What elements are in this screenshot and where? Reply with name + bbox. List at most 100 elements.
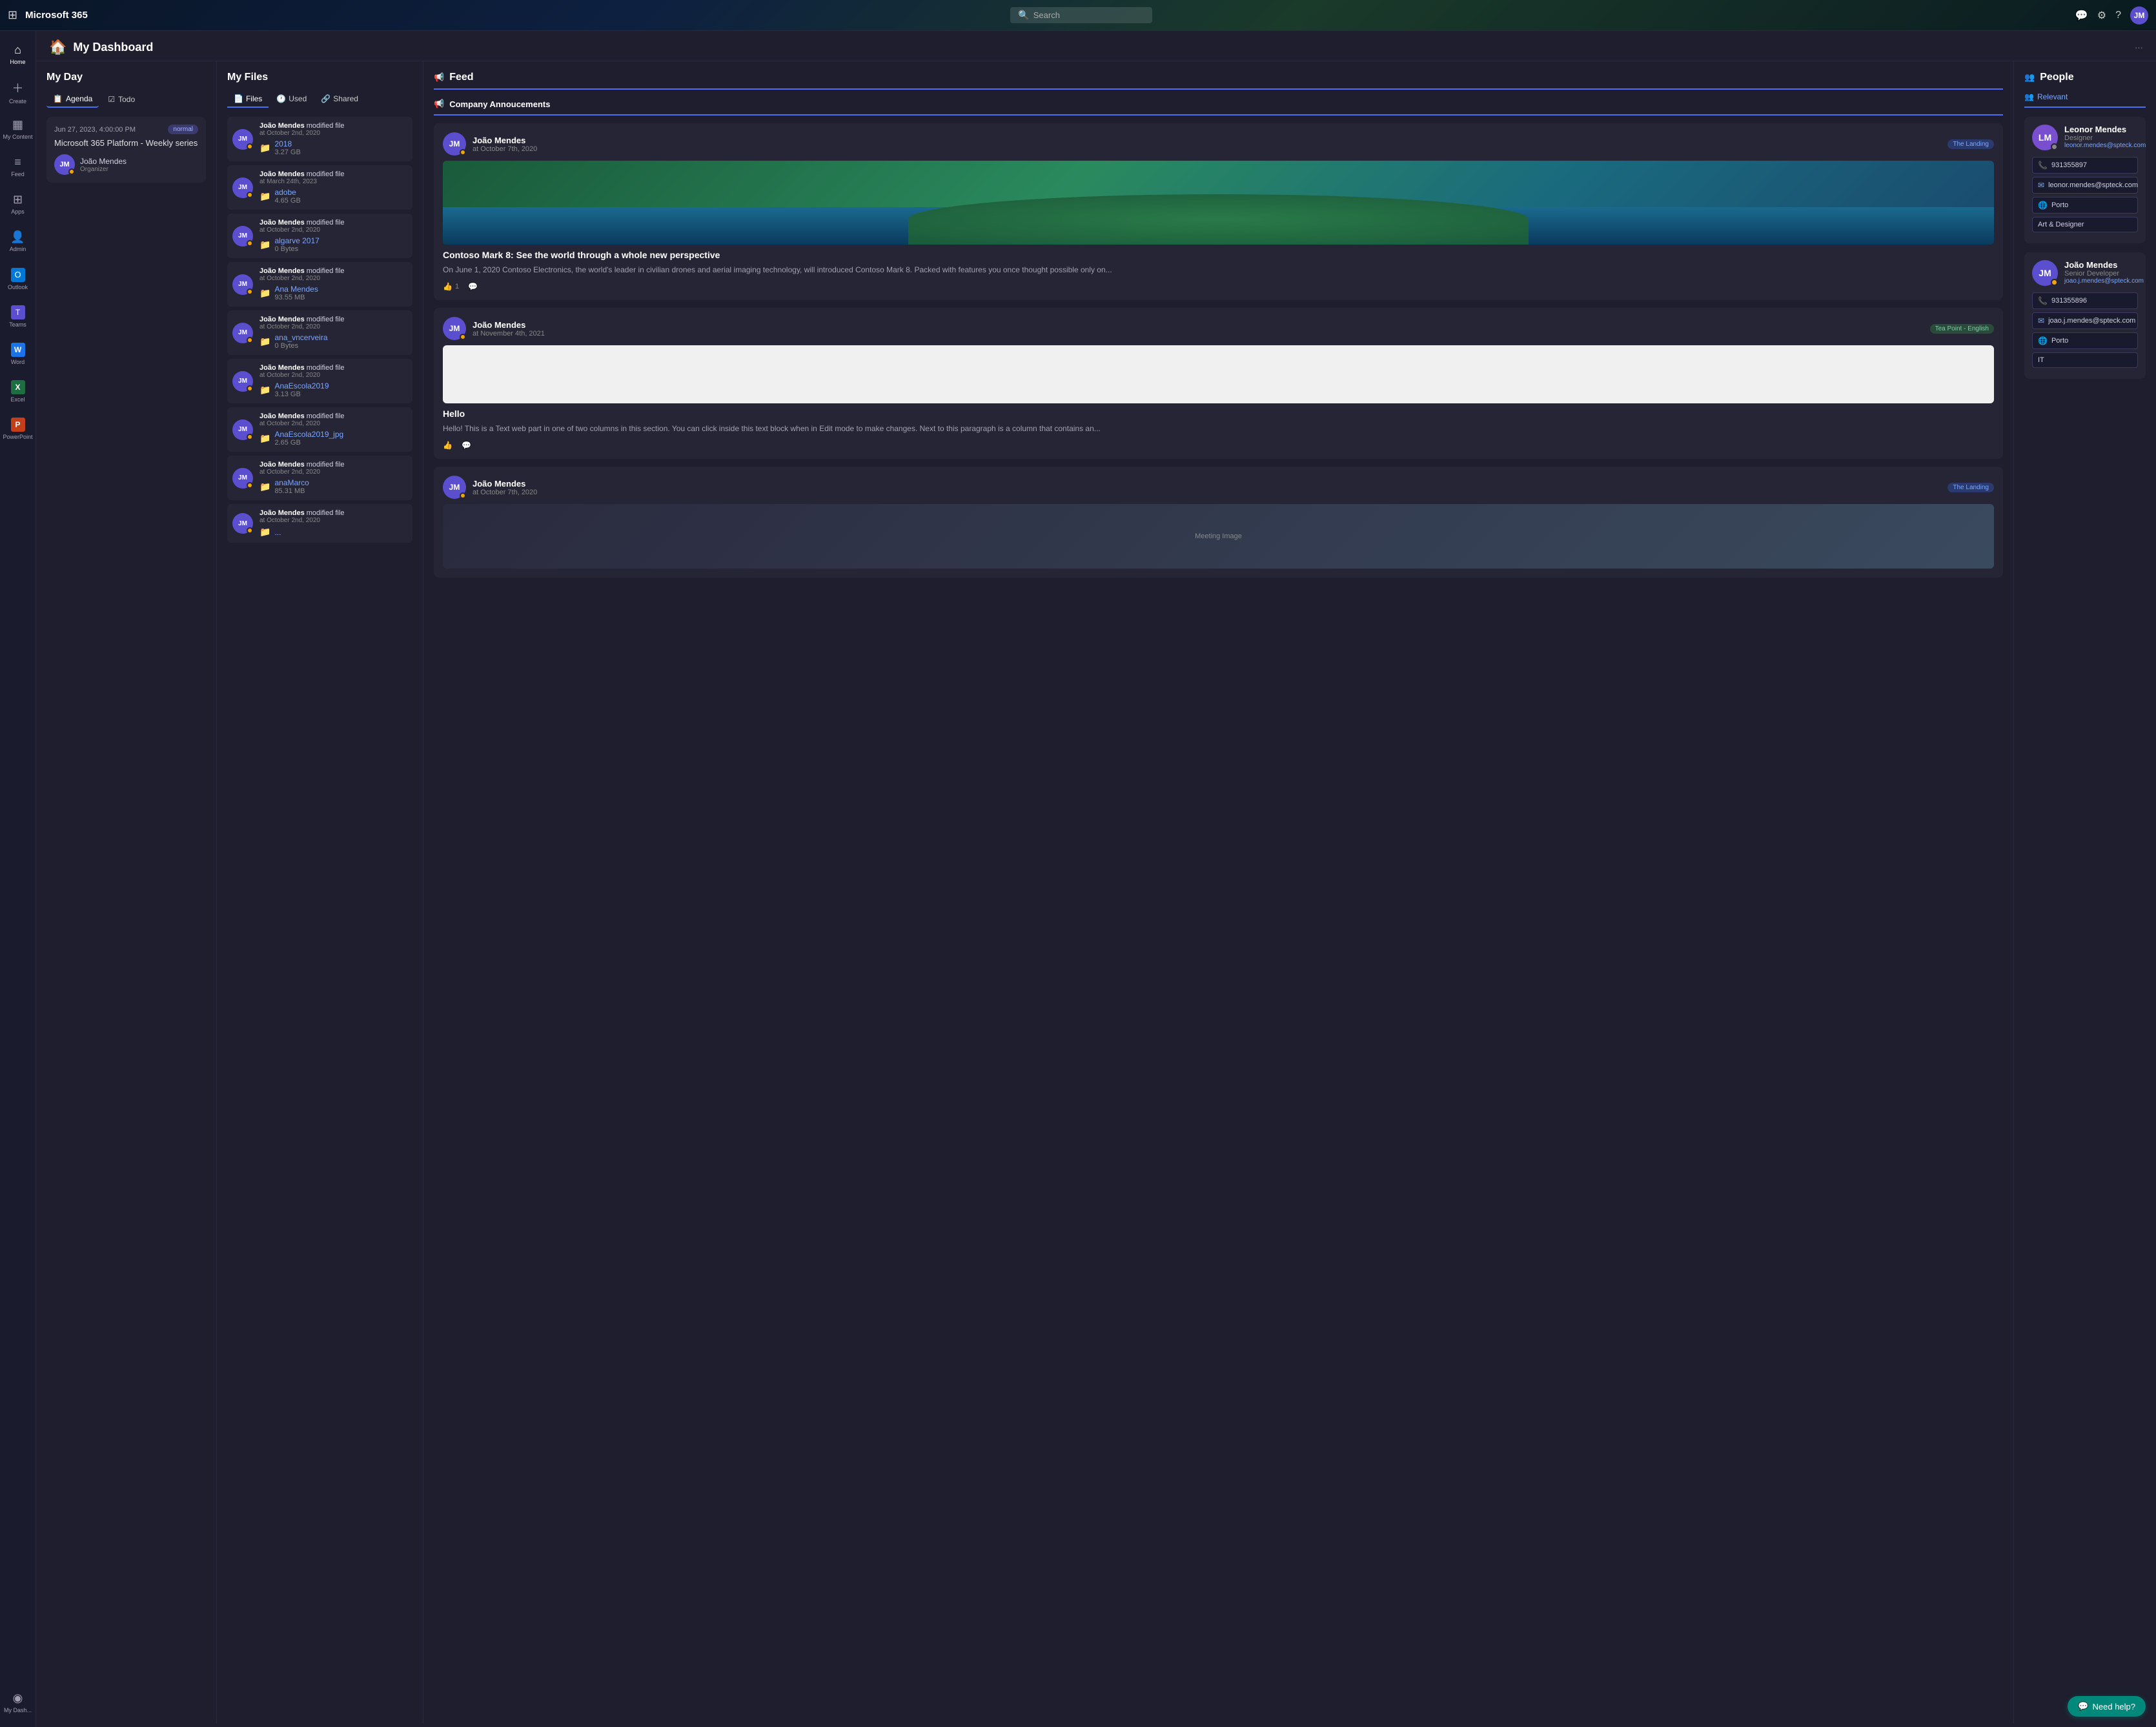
feed-post-1-status	[460, 334, 466, 340]
file-item-date-0: at October 2nd, 2020	[259, 130, 407, 137]
tab-agenda[interactable]: 📋 Agenda	[46, 91, 99, 108]
myday-title: My Day	[46, 72, 206, 83]
folder-name-3: Ana Mendes	[274, 285, 318, 294]
need-help-button[interactable]: 💬 Need help?	[2068, 1696, 2146, 1717]
folder-name-0: 2018	[274, 139, 300, 148]
sidebar-item-apps[interactable]: ⊞ Apps	[3, 186, 34, 222]
file-item-folder-info-1: adobe 4.65 GB	[274, 188, 300, 205]
feed-post-2: JM João Mendes at October 7th, 2020 The …	[434, 467, 2003, 578]
topbar-icons: 💬 ⚙ ? JM	[2075, 6, 2148, 25]
file-item-2[interactable]: JM João Mendes modified file at October …	[227, 214, 412, 258]
word-icon: W	[11, 343, 25, 357]
sidebar-item-create[interactable]: ＋ Create	[3, 74, 34, 110]
person-card-joao: JM João Mendes Senior Developer joao.j.m…	[2024, 252, 2146, 379]
sidebar-item-powerpoint[interactable]: P PowerPoint	[3, 410, 34, 447]
people-tab-relevant[interactable]: 👥 Relevant	[2024, 92, 2146, 108]
leonor-phone-btn[interactable]: 📞 931355897	[2032, 157, 2138, 174]
event-time: Jun 27, 2023, 4:00:00 PM	[54, 126, 136, 134]
comment-button-0[interactable]: 💬	[468, 282, 478, 291]
joao-email-btn[interactable]: ✉ joao.j.mendes@spteck.com	[2032, 312, 2138, 329]
file-item-7[interactable]: JM João Mendes modified file at October …	[227, 456, 412, 500]
admin-icon: 👤	[10, 230, 25, 244]
folder-icon-8: 📁	[259, 527, 270, 538]
file-item-4[interactable]: JM João Mendes modified file at October …	[227, 310, 412, 355]
leonor-email-btn[interactable]: ✉ leonor.mendes@spteck.com	[2032, 177, 2138, 194]
feed-post-1-title: Hello	[443, 409, 1994, 419]
joao-dept-btn[interactable]: IT	[2032, 352, 2138, 368]
tab-shared[interactable]: 🔗 Shared	[314, 91, 365, 108]
joao-status	[2051, 279, 2058, 286]
leonor-dept-btn[interactable]: Art & Designer	[2032, 217, 2138, 232]
file-item-date-1: at March 24th, 2023	[259, 178, 407, 185]
user-avatar[interactable]: JM	[2130, 6, 2148, 25]
file-item-avatar-8: JM	[232, 513, 253, 534]
like-button-1[interactable]: 👍	[443, 441, 453, 450]
feed-post-1-tag: Tea Point - English	[1930, 324, 1994, 334]
file-item-info-4: João Mendes modified file at October 2nd…	[259, 316, 407, 350]
sidebar-item-outlook[interactable]: O Outlook	[3, 261, 34, 297]
search-placeholder: Search	[1033, 10, 1060, 20]
file-item-0[interactable]: JM João Mendes modified file at October …	[227, 117, 412, 161]
phone-icon-joao: 📞	[2038, 296, 2048, 305]
waffle-icon[interactable]: ⊞	[8, 8, 17, 22]
file-item-3[interactable]: JM João Mendes modified file at October …	[227, 262, 412, 307]
folder-size-5: 3.13 GB	[274, 390, 329, 398]
chat-icon[interactable]: 💬	[2075, 9, 2088, 22]
file-item-info-0: João Mendes modified file at October 2nd…	[259, 122, 407, 156]
feed-post-2-status	[460, 492, 466, 499]
sidebar-item-admin[interactable]: 👤 Admin	[3, 223, 34, 259]
file-item-5[interactable]: JM João Mendes modified file at October …	[227, 359, 412, 403]
files-tab-icon: 📄	[234, 94, 243, 103]
sidebar-item-word[interactable]: W Word	[3, 336, 34, 372]
file-item-date-3: at October 2nd, 2020	[259, 275, 407, 282]
folder-icon-1: 📁	[259, 191, 270, 202]
leonor-location-btn[interactable]: 🌐 Porto	[2032, 197, 2138, 214]
folder-size-7: 85.31 MB	[274, 487, 309, 495]
file-item-person-8: João Mendes modified file	[259, 509, 407, 517]
dashboard-emoji-icon: 🏠	[49, 39, 66, 56]
more-options-icon[interactable]: ···	[2135, 43, 2143, 52]
sidebar-item-excel[interactable]: X Excel	[3, 373, 34, 409]
file-item-info-2: João Mendes modified file at October 2nd…	[259, 219, 407, 253]
folder-size-2: 0 Bytes	[274, 245, 319, 253]
sidebar-item-teams[interactable]: T Teams	[3, 298, 34, 334]
sidebar-item-feed[interactable]: ≡ Feed	[3, 148, 34, 185]
feed-post-2-header: JM João Mendes at October 7th, 2020 The …	[443, 476, 1994, 499]
settings-icon[interactable]: ⚙	[2097, 9, 2106, 22]
folder-name-5: AnaEscola2019	[274, 381, 329, 390]
file-item-folder-info-4: ana_vncerveira 0 Bytes	[274, 333, 327, 350]
people-icon: 👥	[2024, 72, 2035, 83]
file-item-status-0	[247, 143, 253, 150]
joao-phone-btn[interactable]: 📞 931355896	[2032, 292, 2138, 309]
outlook-icon: O	[11, 268, 25, 282]
organizer-role: Organizer	[80, 166, 127, 173]
feed-post-0-image	[443, 161, 1994, 245]
file-item-1[interactable]: JM João Mendes modified file at March 24…	[227, 165, 412, 210]
file-item-person-5: João Mendes modified file	[259, 364, 407, 372]
joao-location-btn[interactable]: 🌐 Porto	[2032, 332, 2138, 349]
folder-icon-2: 📁	[259, 239, 270, 250]
help-icon[interactable]: ?	[2115, 10, 2121, 21]
feed-title: Feed	[449, 72, 473, 83]
main-content: 🏠 My Dashboard ··· My Day 📋 Agenda ☑	[36, 31, 2156, 1727]
feed-post-1-avatar: JM	[443, 317, 466, 340]
sidebar-item-dashboard[interactable]: ◉ My Dash...	[3, 1684, 34, 1721]
feed-tab-label[interactable]: Company Annoucements	[449, 99, 550, 109]
sidebar-item-home[interactable]: ⌂ Home	[3, 36, 34, 72]
tab-used[interactable]: 🕐 Used	[270, 91, 313, 108]
like-button-0[interactable]: 👍 1	[443, 282, 459, 291]
file-item-folder-0: 📁 2018 3.27 GB	[259, 139, 407, 156]
tab-todo[interactable]: ☑ Todo	[101, 91, 141, 108]
file-item-status-1	[247, 192, 253, 198]
myday-tabs: 📋 Agenda ☑ Todo	[46, 91, 206, 108]
joao-info: João Mendes Senior Developer joao.j.mend…	[2064, 260, 2144, 285]
search-box[interactable]: 🔍 Search	[1010, 7, 1152, 23]
file-item-6[interactable]: JM João Mendes modified file at October …	[227, 407, 412, 452]
comment-button-1[interactable]: 💬	[462, 441, 471, 450]
file-item-status-4	[247, 337, 253, 343]
sidebar-item-my-content[interactable]: ▦ My Content	[3, 111, 34, 147]
tab-files[interactable]: 📄 Files	[227, 91, 269, 108]
feed-tab-row: 📢 Company Annoucements	[434, 99, 2003, 116]
file-item-8[interactable]: JM João Mendes modified file at October …	[227, 504, 412, 543]
feed-post-2-avatar: JM	[443, 476, 466, 499]
